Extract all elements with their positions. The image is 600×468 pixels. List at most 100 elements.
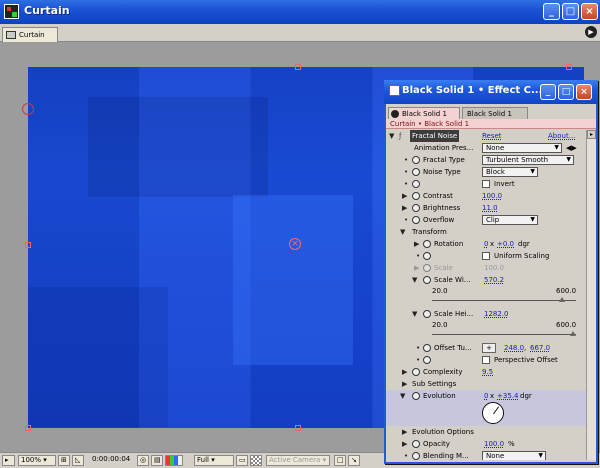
evolution-options-label: Evolution Options: [412, 428, 474, 436]
layer-corner-handle-icon[interactable]: [22, 103, 34, 115]
transparency-grid-icon[interactable]: [250, 455, 262, 466]
layer-edge-handle[interactable]: [295, 64, 301, 70]
ec-tab-active[interactable]: Black Solid 1: [388, 107, 460, 119]
stopwatch-icon[interactable]: [423, 344, 431, 352]
minimize-button[interactable]: _: [543, 3, 560, 20]
animation-presets-dropdown[interactable]: None: [482, 143, 562, 153]
scale-width-slider[interactable]: [432, 297, 576, 302]
blending-mode-dropdown[interactable]: None: [482, 451, 546, 460]
comp-tab-curtain[interactable]: Curtain: [2, 27, 58, 42]
stopwatch-icon[interactable]: [412, 216, 420, 224]
twirl-right-icon[interactable]: ▶: [402, 378, 407, 390]
effect-row-fractal-noise[interactable]: ▼ ƒ Fractal Noise Reset About...: [386, 130, 586, 142]
scale-height-value[interactable]: 1282.0: [484, 308, 509, 320]
mask-icon[interactable]: ◺: [72, 455, 84, 466]
stopwatch-icon[interactable]: [412, 392, 420, 400]
evolution-revolutions[interactable]: 0: [484, 390, 488, 402]
stopwatch-icon[interactable]: [412, 368, 420, 376]
camera-dropdown[interactable]: Active Camera ▾: [266, 455, 330, 466]
twirl-down-icon[interactable]: ▼: [400, 390, 405, 402]
twirl-right-icon[interactable]: ▶: [414, 238, 419, 250]
row-evolution-options[interactable]: ▶ Evolution Options: [386, 426, 586, 438]
stopwatch-icon[interactable]: [412, 192, 420, 200]
stopwatch-icon[interactable]: [412, 168, 420, 176]
evolution-degrees[interactable]: +35.4: [497, 390, 518, 402]
effect-controls-window[interactable]: Black Solid 1 • Effect C... _ □ × Black …: [384, 80, 598, 464]
stopwatch-icon[interactable]: [423, 252, 431, 260]
stopwatch-icon[interactable]: [412, 440, 420, 448]
stopwatch-icon[interactable]: [423, 310, 431, 318]
channel-icon[interactable]: [165, 455, 183, 466]
camera-snapshot-icon[interactable]: ◎: [137, 455, 149, 466]
about-link[interactable]: About...: [548, 130, 575, 142]
evolution-angle-dial-icon[interactable]: [482, 402, 504, 424]
perspective-offset-checkbox[interactable]: [482, 356, 490, 364]
rotation-degrees[interactable]: +0.0: [497, 238, 514, 250]
scale-height-slider[interactable]: [432, 331, 576, 336]
uniform-scaling-checkbox[interactable]: [482, 252, 490, 260]
layer-edge-handle[interactable]: [295, 425, 301, 431]
slider-thumb[interactable]: [559, 297, 565, 302]
brightness-value[interactable]: 11.0: [482, 202, 498, 214]
ec-minimize-button[interactable]: _: [540, 84, 556, 100]
twirl-right-icon[interactable]: ▶: [402, 366, 407, 378]
opacity-value[interactable]: 100.0: [484, 438, 504, 450]
timecode[interactable]: 0:00:00:04: [90, 455, 134, 466]
view-layout-icon[interactable]: □: [334, 455, 346, 466]
slider-thumb[interactable]: [570, 331, 576, 336]
layer-corner-handle[interactable]: [566, 64, 572, 70]
twirl-right-icon[interactable]: ▶: [402, 202, 407, 214]
crosshair-icon[interactable]: +: [482, 343, 496, 353]
contrast-value[interactable]: 100.0: [482, 190, 502, 202]
scroll-up-arrow-icon[interactable]: ▸: [587, 130, 596, 139]
twirl-right-icon[interactable]: ▶: [402, 438, 407, 450]
twirl-right-icon[interactable]: ▶: [402, 190, 407, 202]
scale-width-value[interactable]: 570.2: [484, 274, 504, 286]
complexity-value[interactable]: 9.5: [482, 366, 493, 378]
invert-checkbox[interactable]: [482, 180, 490, 188]
stopwatch-icon[interactable]: [412, 452, 420, 460]
show-snapshot-icon[interactable]: ▤: [151, 455, 163, 466]
toggle-panel-icon[interactable]: ▸: [2, 455, 15, 466]
stopwatch-icon[interactable]: [412, 180, 420, 188]
ec-maximize-button[interactable]: □: [558, 84, 574, 100]
row-scale-width-slider[interactable]: [386, 297, 586, 304]
ec-tab-inactive[interactable]: Black Solid 1: [462, 107, 528, 119]
stopwatch-icon[interactable]: [412, 204, 420, 212]
safe-zones-icon[interactable]: ⊞: [58, 455, 70, 466]
row-sub-settings[interactable]: ▶ Sub Settings: [386, 378, 586, 390]
twirl-right-icon[interactable]: ▶: [402, 426, 407, 438]
maximize-button[interactable]: □: [562, 3, 579, 20]
preset-nav-icon[interactable]: ◀▶: [566, 142, 577, 154]
resolution-dropdown[interactable]: Full ▾: [194, 455, 234, 466]
stopwatch-icon[interactable]: [423, 276, 431, 284]
layer-edge-handle[interactable]: [25, 242, 31, 248]
pixel-aspect-icon[interactable]: ↘: [348, 455, 360, 466]
region-of-interest-icon[interactable]: ▭: [236, 455, 248, 466]
twirl-down-icon[interactable]: ▼: [400, 226, 405, 238]
zoom-dropdown[interactable]: 100% ▾: [18, 455, 56, 466]
row-scale-height-slider[interactable]: [386, 331, 586, 338]
row-transform[interactable]: ▼ Transform: [386, 226, 586, 238]
twirl-down-icon[interactable]: ▼: [412, 308, 417, 320]
panel-menu-icon[interactable]: ▶: [585, 26, 597, 38]
rotation-revolutions[interactable]: 0: [484, 238, 488, 250]
layer-corner-handle[interactable]: [25, 425, 31, 431]
stopwatch-icon[interactable]: [423, 240, 431, 248]
ec-scrollbar[interactable]: ▸: [586, 130, 596, 460]
ec-close-button[interactable]: ×: [576, 84, 592, 100]
main-title-bar[interactable]: Curtain _ □ ×: [0, 0, 600, 24]
fx-toggle-icon[interactable]: ƒ: [399, 130, 401, 142]
fractal-type-dropdown[interactable]: Turbulent Smooth: [482, 155, 574, 165]
offset-x-value[interactable]: 248.0: [504, 342, 524, 354]
offset-y-value[interactable]: 667.0: [530, 342, 550, 354]
noise-type-dropdown[interactable]: Block: [482, 167, 538, 177]
reset-link[interactable]: Reset: [482, 130, 502, 142]
overflow-dropdown[interactable]: Clip: [482, 215, 538, 225]
anchor-point-icon[interactable]: ×: [289, 238, 301, 250]
stopwatch-icon[interactable]: [412, 156, 420, 164]
close-button[interactable]: ×: [581, 3, 598, 20]
twirl-down-icon[interactable]: ▼: [412, 274, 417, 286]
stopwatch-icon[interactable]: [423, 356, 431, 364]
twirl-down-icon[interactable]: ▼: [389, 130, 394, 142]
